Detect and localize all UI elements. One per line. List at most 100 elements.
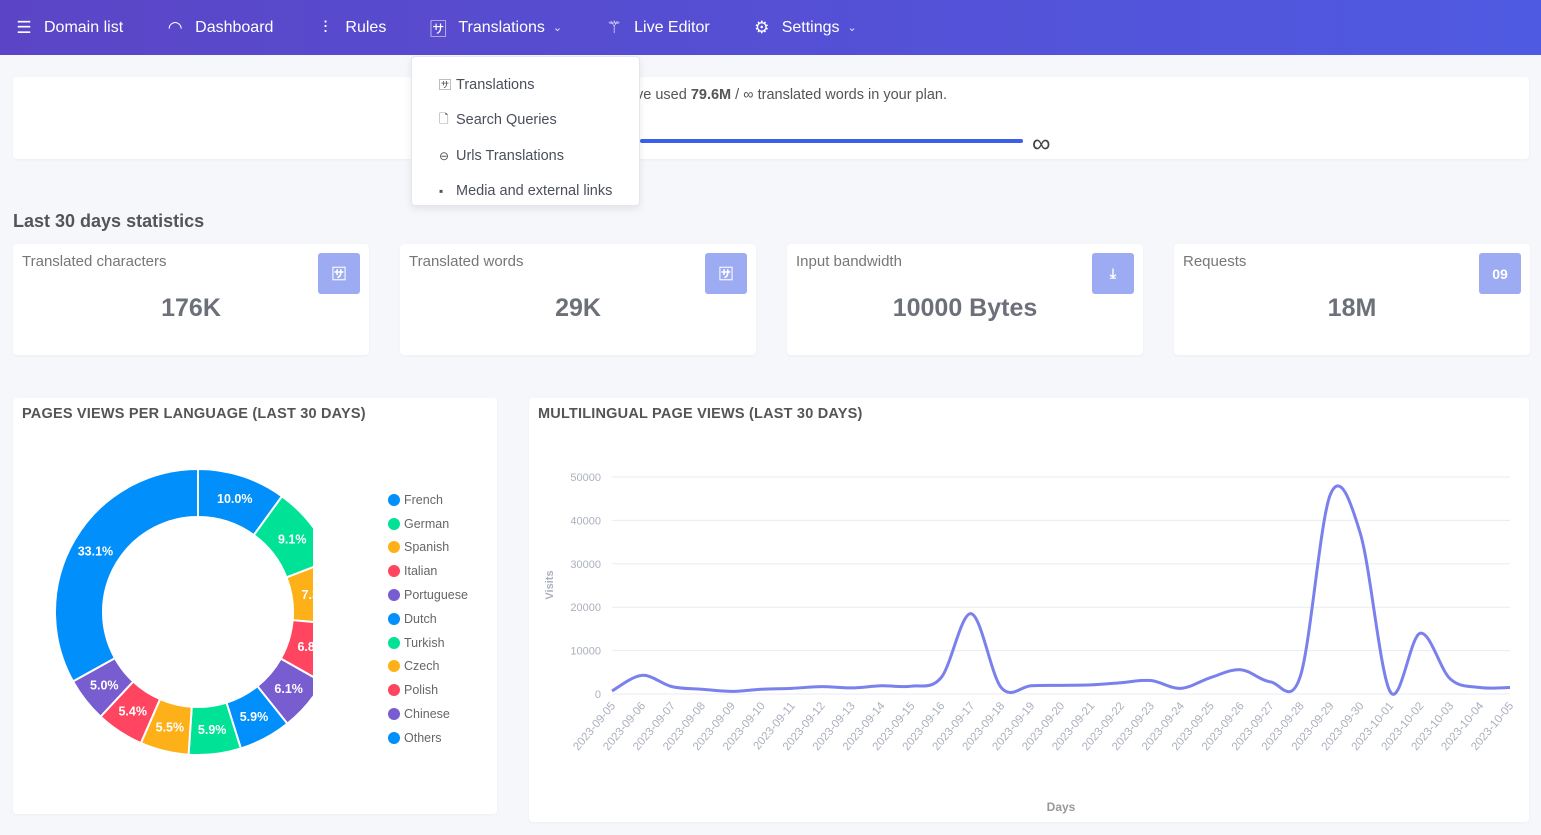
pie-data-label: 5.9% [240,710,269,724]
legend-marker [388,517,400,530]
legend-label: Dutch [404,611,437,626]
translate-icon: 🈂 [429,20,447,39]
legend-item-others[interactable]: Others [388,726,468,750]
pie-data-label: 6.8% [297,640,313,654]
y-tick-label: 10000 [570,646,601,658]
x-axis-title: Days [1047,800,1076,814]
pie-data-label: 5.4% [118,704,147,718]
legend-marker [388,636,400,649]
nav-settings[interactable]: ⚙ Settings ⌄ [752,18,857,38]
y-tick-label: 20000 [570,602,601,614]
gauge-icon: ◠ [167,17,183,37]
legend-marker [388,684,400,697]
legend-label: German [404,516,450,531]
gear-icon: ⚙ [754,17,770,37]
pie-data-label: 7.3% [302,588,313,602]
stat-value: 29K [555,294,601,322]
legend-item-german[interactable]: German [388,512,468,536]
magic-wand-icon: ⚚ [606,17,622,37]
nav-translations[interactable]: 🈂 Translations ⌄ [428,15,562,40]
stat-card: Translated words 🈂 29K [400,244,756,355]
translations-dropdown-menu: 🈂 Translations 🗋 Search Queries ⊖ Urls Transl… [411,56,640,206]
legend-label: Czech [404,659,440,674]
pie-data-label: 5.9% [198,723,227,737]
legend-marker [388,565,400,578]
dropdown-item-search-queries[interactable]: 🗋 Search Queries [412,103,639,139]
legend-item-polish[interactable]: Polish [388,678,468,702]
image-icon: ▪ [439,184,444,199]
visits-series-line [611,484,1511,696]
legend-item-turkish[interactable]: Turkish [388,631,468,655]
pie-data-label: 5.0% [90,678,119,692]
y-tick-label: 40000 [570,515,601,527]
pie-data-label: 6.1% [274,682,303,696]
plan-used-value: 79.6M [690,87,732,103]
legend-label: Others [404,730,442,745]
dropdown-item-translations[interactable]: 🈂 Translations [412,67,639,103]
file-search-icon: 🗋 [439,111,449,126]
language-pie-card: PAGES VIEWS PER LANGUAGE (LAST 30 DAYS) … [13,398,497,814]
legend-marker [388,708,400,721]
stat-value: 10000 Bytes [892,294,1038,322]
dropdown-item-urls-translations[interactable]: ⊖ Urls Translations [412,138,639,174]
legend-label: Portuguese [404,588,468,603]
pie-legend: French German Spanish Italian Portuguese Dutc… [388,488,468,750]
legend-marker [388,612,400,625]
nav-label: Rules [345,18,387,36]
line-chart: 010000200003000040000500002023-09-052023… [544,472,1516,814]
legend-marker [388,731,400,744]
pie-data-label: 9.1% [278,532,307,546]
stats-section-title: Last 30 days statistics [13,211,205,231]
legend-item-dutch[interactable]: Dutch [388,607,468,631]
nav-label: Translations [458,18,545,36]
nav-domain-list[interactable]: ☰ Domain list [14,18,123,38]
legend-item-spanish[interactable]: Spanish [388,536,468,560]
stat-card: Requests 09 18M [1174,244,1530,355]
legend-label: Italian [404,564,438,579]
requests-icon: 09 [1479,253,1521,294]
legend-marker [388,493,400,506]
nav-label: Domain list [44,18,124,36]
sliders-icon: ⫶ [323,17,328,37]
nav-label: Dashboard [195,18,274,36]
legend-label: Turkish [404,635,445,650]
nav-live-editor[interactable]: ⚚ Live Editor [604,17,710,38]
y-tick-label: 0 [595,689,601,701]
plan-progress-bar [640,139,1023,143]
legend-label: Spanish [404,540,450,555]
legend-marker [388,660,400,673]
legend-item-czech[interactable]: Czech [388,655,468,679]
download-icon: ⤓ [1092,253,1134,294]
y-axis-title: Visits [544,570,556,599]
nav-rules[interactable]: ⫶ Rules [315,18,386,38]
nav-label: Live Editor [634,18,710,36]
legend-item-italian[interactable]: Italian [388,559,468,583]
dropdown-item-media-and-external-links[interactable]: ▪ Media and external links [412,174,639,210]
legend-marker [388,541,400,554]
legend-item-french[interactable]: French [388,488,468,512]
translate-icon: 🈂 [318,253,360,294]
pie-data-label: 10.0% [217,492,252,506]
donut-chart: 10.0% 9.1% 7.3% 6.8% 6.1% 5.9% 5.9% 5.5% 5.4% 5.0… [54,467,313,756]
dropdown-label: Translations [456,76,535,93]
y-tick-label: 50000 [570,472,601,484]
nav-dashboard[interactable]: ◠ Dashboard [165,17,274,38]
chevron-down-icon: ⌄ [847,22,857,34]
pie-data-label: 5.5% [156,721,185,735]
stat-value: 18M [1327,294,1377,322]
legend-marker [388,589,400,602]
dropdown-label: Media and external links [456,183,613,200]
translate-icon: 🈂 [439,78,452,93]
stat-card: Translated characters 🈂 176K [13,244,369,355]
plan-usage-text: ve used 79.6M / ∞ translated words in yo… [636,87,947,103]
stat-value: 176K [161,294,221,322]
legend-item-chinese[interactable]: Chinese [388,702,468,726]
legend-label: Chinese [404,707,450,722]
legend-item-portuguese[interactable]: Portuguese [388,583,468,607]
stat-label: Translated characters [22,253,167,270]
chevron-down-icon: ⌄ [552,22,563,34]
stat-label: Requests [1183,253,1247,270]
y-tick-label: 30000 [570,559,601,571]
pie-slice-others[interactable] [54,467,199,683]
top-navbar: ☰ Domain list ◠ Dashboard ⫶ Rules 🈂 Translation… [0,0,1541,55]
